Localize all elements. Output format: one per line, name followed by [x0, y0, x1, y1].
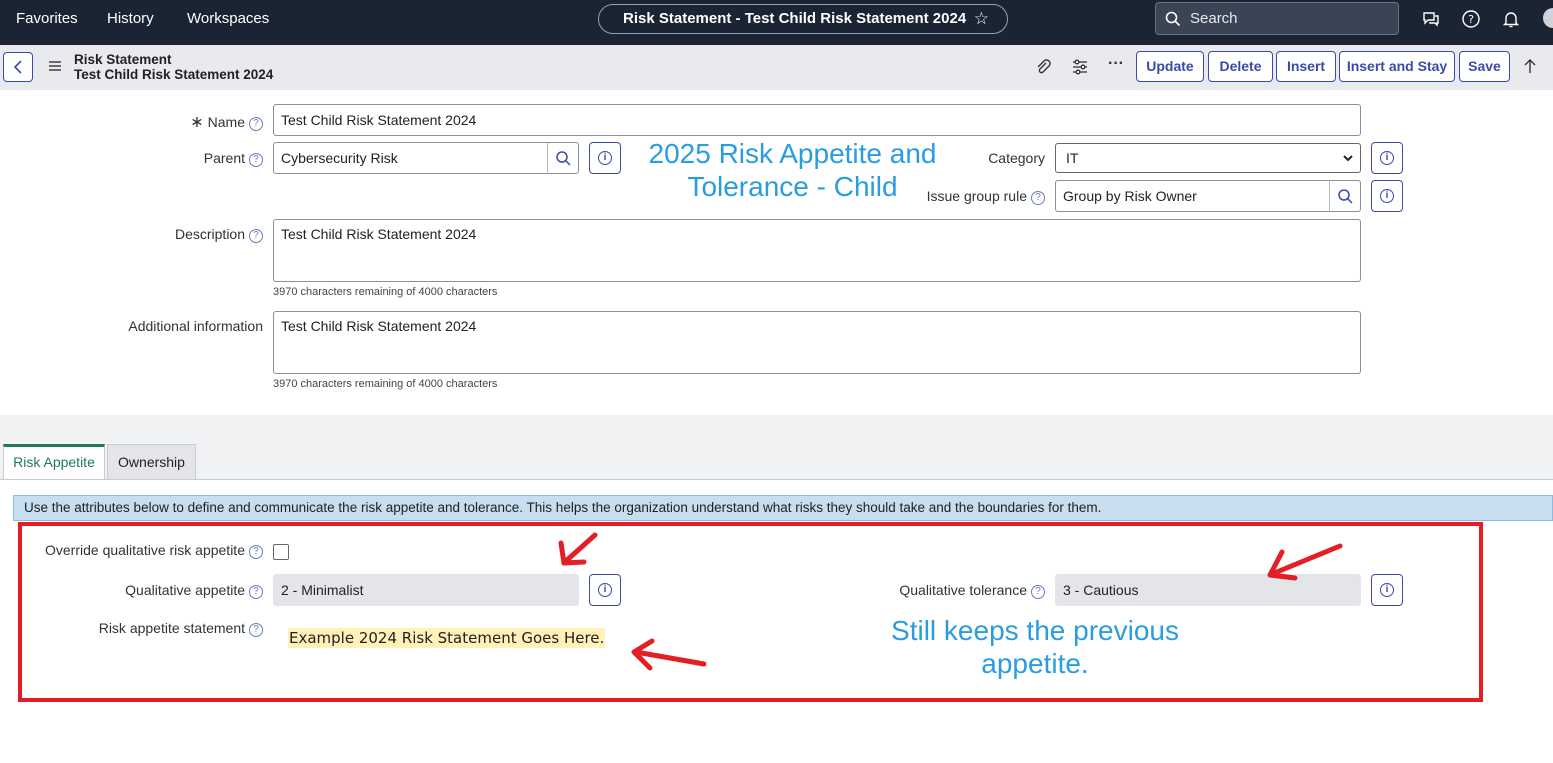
red-arrow-icon	[1267, 543, 1343, 581]
global-search[interactable]: Search	[1155, 2, 1399, 35]
search-placeholder: Search	[1190, 10, 1238, 27]
info-icon: i	[1380, 189, 1394, 203]
nav-history[interactable]: History	[107, 0, 154, 38]
help-icon[interactable]: ?	[1031, 585, 1045, 599]
category-select[interactable]: IT	[1055, 143, 1361, 173]
tab-ownership[interactable]: Ownership	[107, 444, 196, 479]
annotation-title: 2025 Risk Appetite and Tolerance - Child	[648, 138, 937, 202]
help-icon[interactable]: ?	[249, 229, 263, 243]
red-arrow-icon	[631, 638, 707, 671]
risk-appetite-statement-value: Example 2024 Risk Statement Goes Here.	[288, 628, 606, 648]
context-menu-icon[interactable]	[48, 60, 62, 72]
star-icon[interactable]: ☆	[974, 5, 989, 33]
chevron-down-icon	[1343, 155, 1353, 162]
arrow-up-icon[interactable]	[1522, 57, 1538, 75]
qualitative-tolerance-info-button[interactable]: i	[1371, 574, 1403, 606]
tab-risk-appetite[interactable]: Risk Appetite	[3, 444, 105, 480]
more-options-icon[interactable]: ···	[1108, 55, 1124, 73]
issue-group-rule-info-button[interactable]: i	[1371, 180, 1403, 212]
parent-field[interactable]: Cybersecurity Risk	[273, 142, 549, 174]
override-label: Override qualitative risk appetite?	[45, 542, 263, 559]
description-field[interactable]: Test Child Risk Statement 2024	[273, 219, 1361, 282]
category-value: IT	[1066, 150, 1079, 166]
search-icon	[1165, 11, 1181, 27]
back-button[interactable]	[3, 52, 33, 82]
additional-information-char-counter: 3970 characters remaining of 4000 charac…	[273, 378, 498, 390]
required-icon: ∗	[190, 114, 204, 131]
name-field[interactable]: Test Child Risk Statement 2024	[273, 104, 1361, 136]
save-button[interactable]: Save	[1459, 51, 1510, 82]
qualitative-appetite-field: 2 - Minimalist	[273, 574, 579, 606]
override-checkbox[interactable]	[273, 544, 289, 560]
tabs-background	[0, 415, 1553, 479]
qualitative-tolerance-label: Qualitative tolerance?	[899, 582, 1045, 599]
help-icon[interactable]: ?	[249, 117, 263, 131]
chat-icon[interactable]	[1421, 9, 1441, 29]
search-icon	[556, 151, 571, 166]
qualitative-appetite-label: Qualitative appetite?	[125, 582, 263, 599]
help-icon[interactable]: ?	[249, 153, 263, 167]
delete-button[interactable]: Delete	[1208, 51, 1273, 82]
update-button[interactable]: Update	[1136, 51, 1204, 82]
name-label: ∗ Name?	[190, 112, 263, 132]
issue-group-rule-lookup-button[interactable]	[1329, 180, 1361, 212]
category-info-button[interactable]: i	[1371, 142, 1403, 174]
window-title: Risk Statement - Test Child Risk Stateme…	[623, 10, 967, 27]
insert-button[interactable]: Insert	[1276, 51, 1336, 82]
avatar[interactable]	[1543, 8, 1553, 28]
issue-group-rule-field[interactable]: Group by Risk Owner	[1055, 180, 1331, 212]
help-icon[interactable]: ?	[249, 623, 263, 637]
risk-appetite-statement-label: Risk appetite statement?	[99, 620, 263, 637]
search-icon	[1338, 189, 1353, 204]
nav-workspaces[interactable]: Workspaces	[187, 0, 269, 38]
parent-info-button[interactable]: i	[589, 142, 621, 174]
parent-label: Parent?	[204, 150, 263, 167]
top-navigation-bar: Favorites History Workspaces Risk Statem…	[0, 0, 1553, 45]
help-icon[interactable]: ?	[249, 545, 263, 559]
info-icon: i	[1380, 583, 1394, 597]
nav-favorites[interactable]: Favorites	[16, 0, 78, 38]
additional-information-field[interactable]: Test Child Risk Statement 2024	[273, 311, 1361, 374]
red-arrow-icon	[558, 532, 598, 566]
description-label: Description?	[175, 226, 263, 243]
category-label: Category	[988, 150, 1045, 166]
paperclip-icon[interactable]	[1034, 58, 1052, 76]
help-icon[interactable]: ?	[1461, 9, 1481, 29]
form-record-name: Test Child Risk Statement 2024	[74, 67, 274, 82]
chevron-left-icon	[13, 60, 22, 74]
help-icon[interactable]: ?	[1031, 191, 1045, 205]
window-title-pill[interactable]: Risk Statement - Test Child Risk Stateme…	[598, 4, 1008, 34]
help-icon[interactable]: ?	[249, 585, 263, 599]
svg-text:?: ?	[1468, 13, 1474, 26]
personalize-form-icon[interactable]	[1071, 58, 1089, 76]
form-table-name: Risk Statement	[74, 52, 172, 67]
info-icon: i	[598, 151, 612, 165]
info-message: Use the attributes below to define and c…	[13, 495, 1553, 521]
annotation-note: Still keeps the previous appetite.	[891, 615, 1179, 679]
additional-information-label: Additional information	[128, 318, 263, 334]
description-char-counter: 3970 characters remaining of 4000 charac…	[273, 286, 498, 298]
bell-icon[interactable]	[1501, 9, 1521, 29]
form-header: Risk Statement Test Child Risk Statement…	[0, 45, 1553, 90]
tab-divider	[0, 479, 1553, 480]
insert-and-stay-button[interactable]: Insert and Stay	[1339, 51, 1455, 82]
info-icon: i	[598, 583, 612, 597]
info-icon: i	[1380, 151, 1394, 165]
parent-lookup-button[interactable]	[547, 142, 579, 174]
qualitative-appetite-info-button[interactable]: i	[589, 574, 621, 606]
